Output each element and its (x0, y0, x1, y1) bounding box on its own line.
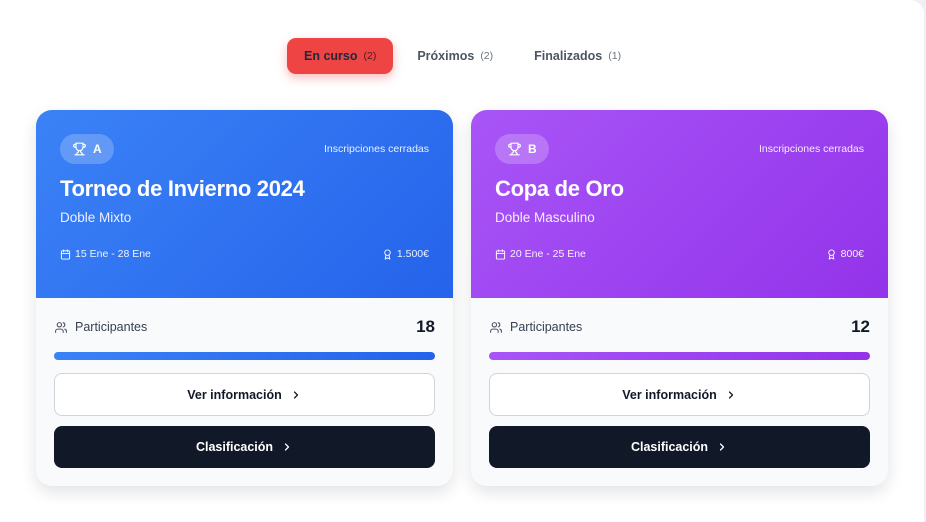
trophy-icon (507, 142, 522, 156)
participants-label-group: Participantes (489, 320, 582, 334)
tournament-title: Copa de Oro (495, 176, 624, 201)
tab-label: En curso (304, 49, 358, 63)
tournament-status-tabs: En curso (2) Próximos (2) Finalizados (1… (287, 38, 638, 74)
standings-button[interactable]: Clasificación (489, 426, 870, 468)
tournament-mode: Doble Masculino (495, 210, 595, 225)
prize: 1.500€ (382, 248, 429, 260)
tournament-title: Torneo de Invierno 2024 (60, 176, 305, 201)
category-badge: B (495, 134, 549, 164)
participants-count: 12 (851, 317, 870, 336)
tab-label: Finalizados (534, 49, 603, 63)
prize-text: 1.500€ (396, 248, 429, 260)
participants-row: Participantes 18 (54, 317, 435, 336)
standings-button[interactable]: Clasificación (54, 426, 435, 468)
card-body: Participantes 12 Ver información Clasifi… (471, 298, 888, 468)
chevron-right-icon (716, 441, 728, 453)
view-info-label: Ver información (622, 387, 717, 402)
main-panel: En curso (2) Próximos (2) Finalizados (1… (0, 0, 924, 522)
tournament-mode: Doble Mixto (60, 210, 132, 225)
participants-row: Participantes 12 (489, 317, 870, 336)
prize-text: 800€ (840, 248, 864, 260)
tab-count: (2) (480, 50, 494, 62)
date-range-text: 15 Ene - 28 Ene (75, 248, 151, 260)
calendar-icon (495, 248, 506, 260)
view-info-button[interactable]: Ver información (54, 373, 435, 416)
tab-proximos[interactable]: Próximos (2) (400, 38, 510, 74)
participants-progress-bar (54, 352, 435, 360)
users-icon (54, 321, 68, 334)
card-header: B Inscripciones cerradas Copa de Oro Dob… (471, 110, 888, 298)
tournament-card: A Inscripciones cerradas Torneo de Invie… (36, 110, 453, 486)
chevron-right-icon (281, 441, 293, 453)
card-meta: 15 Ene - 28 Ene 1.500€ (60, 248, 429, 260)
date-range: 20 Ene - 25 Ene (495, 248, 586, 260)
tab-finalizados[interactable]: Finalizados (1) (517, 38, 638, 74)
view-info-label: Ver información (187, 387, 282, 402)
prize: 800€ (826, 248, 864, 260)
medal-icon (382, 248, 393, 260)
tab-count: (2) (363, 50, 377, 62)
registration-status: Inscripciones cerradas (323, 143, 429, 155)
date-range-text: 20 Ene - 25 Ene (510, 248, 586, 260)
standings-label: Clasificación (630, 440, 709, 454)
registration-status: Inscripciones cerradas (758, 143, 864, 155)
participants-count: 18 (416, 317, 435, 336)
card-meta: 20 Ene - 25 Ene 800€ (495, 248, 864, 260)
trophy-icon (72, 142, 87, 156)
users-icon (489, 321, 503, 334)
standings-label: Clasificación (195, 440, 274, 454)
tab-count: (1) (608, 50, 622, 62)
chevron-right-icon (290, 389, 302, 401)
tab-label: Próximos (417, 49, 475, 63)
date-range: 15 Ene - 28 Ene (60, 248, 151, 260)
tournament-card: B Inscripciones cerradas Copa de Oro Dob… (471, 110, 888, 486)
tab-en-curso[interactable]: En curso (2) (287, 38, 394, 74)
category-letter: A (93, 142, 102, 156)
view-info-button[interactable]: Ver información (489, 373, 870, 416)
card-body: Participantes 18 Ver información Clasifi… (36, 298, 453, 468)
calendar-icon (60, 248, 71, 260)
participants-progress-bar (489, 352, 870, 360)
participants-label: Participantes (75, 320, 148, 334)
medal-icon (826, 248, 837, 260)
participants-label: Participantes (510, 320, 583, 334)
category-letter: B (528, 142, 537, 156)
category-badge: A (60, 134, 114, 164)
card-header: A Inscripciones cerradas Torneo de Invie… (36, 110, 453, 298)
participants-label-group: Participantes (54, 320, 147, 334)
chevron-right-icon (725, 389, 737, 401)
